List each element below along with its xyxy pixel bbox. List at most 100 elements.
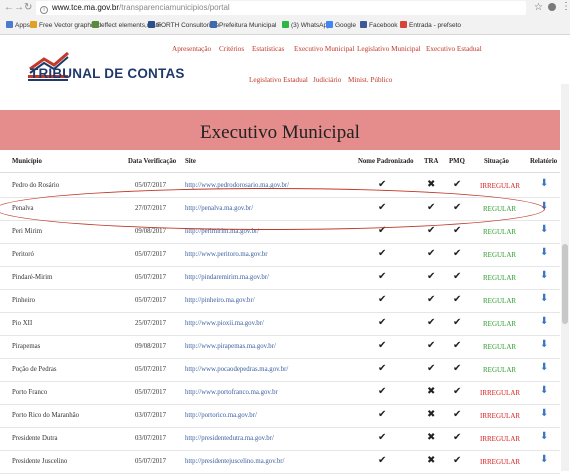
nav-link[interactable]: Estatísticas xyxy=(252,45,284,53)
bookmark-item[interactable]: FORTH Consultoria e xyxy=(148,18,219,33)
check-icon: ✔ xyxy=(378,179,387,190)
nav-link[interactable]: Critérios xyxy=(219,45,244,53)
nav-link[interactable]: Executivo Estadual xyxy=(426,45,482,53)
bookmark-label: (3) WhatsApp xyxy=(291,22,331,29)
check-icon: ✔ xyxy=(453,225,462,236)
site-link[interactable]: http://www.pirapemas.ma.gov.br/ xyxy=(185,343,276,350)
cross-icon: ✖ xyxy=(427,386,436,397)
check-icon: ✔ xyxy=(453,455,462,466)
reload-icon[interactable]: ↻ xyxy=(24,2,32,13)
site-link[interactable]: http://www.portofranco.ma.gov.br xyxy=(185,389,278,396)
nav-link[interactable]: Minist. Público xyxy=(348,76,392,84)
bookmark-item[interactable]: Prefeitura Municipal xyxy=(210,18,276,33)
bookmark-favicon-icon xyxy=(360,21,367,28)
check-icon: ✔ xyxy=(378,271,387,282)
check-icon: ✔ xyxy=(378,432,387,443)
download-icon[interactable]: ⬇ xyxy=(540,316,548,327)
site-link[interactable]: http://pinheiro.ma.gov.br/ xyxy=(185,297,255,304)
site-link[interactable]: http://www.peritoro.ma.gov.br xyxy=(185,251,268,258)
download-icon[interactable]: ⬇ xyxy=(540,247,548,258)
site-link[interactable]: http://pindaremirim.ma.gov.br/ xyxy=(185,274,269,281)
table-row: Pio XII 25/07/2017 http://www.pioxii.ma.go… xyxy=(0,312,560,336)
bookmark-item[interactable]: Apps xyxy=(6,18,30,33)
status-label: REGULAR xyxy=(483,228,517,236)
bookmark-item[interactable]: Facebook xyxy=(360,18,398,33)
table-row: Pirapemas 09/08/2017 http://www.pirapemas.… xyxy=(0,335,560,359)
check-icon: ✔ xyxy=(453,409,462,420)
download-icon[interactable]: ⬇ xyxy=(540,385,548,396)
municipio-cell: Presidente Juscelino xyxy=(12,458,68,465)
check-icon: ✔ xyxy=(378,248,387,259)
check-icon: ✔ xyxy=(378,409,387,420)
bookmark-favicon-icon xyxy=(326,21,333,28)
table-header: Município Data Verificação Site Nome Padron… xyxy=(0,150,560,173)
check-icon: ✔ xyxy=(453,363,462,374)
date-cell: 05/07/2017 xyxy=(135,251,166,258)
scrollbar-thumb[interactable] xyxy=(562,244,568,324)
nav-link[interactable]: Judiciário xyxy=(313,76,341,84)
download-icon[interactable]: ⬇ xyxy=(540,293,548,304)
download-icon[interactable]: ⬇ xyxy=(540,454,548,465)
table-row: Pindaré-Mirim 05/07/2017 http://pindaremir… xyxy=(0,266,560,290)
site-link[interactable]: http://presidentejuscelino.ma.gov.br/ xyxy=(185,458,284,465)
municipio-cell: Peritoró xyxy=(12,251,34,258)
browser-menu-icon[interactable]: ⋮ xyxy=(561,1,570,12)
date-cell: 09/08/2017 xyxy=(135,343,166,350)
download-icon[interactable]: ⬇ xyxy=(540,178,548,189)
extension-icon[interactable] xyxy=(548,3,556,11)
column-header: Relatório xyxy=(530,158,558,165)
bookmark-favicon-icon xyxy=(210,21,217,28)
bookmark-favicon-icon xyxy=(6,21,13,28)
date-cell: 09/08/2017 xyxy=(135,228,166,235)
table-row: Presidente Dutra 03/07/2017 http://preside… xyxy=(0,427,560,451)
municipio-cell: Peri Mirim xyxy=(12,228,43,235)
section-banner: Executivo Municipal xyxy=(0,110,560,150)
status-label: REGULAR xyxy=(483,343,517,351)
municipio-cell: Porto Franco xyxy=(12,389,48,396)
bookmark-item[interactable]: Free Vector graphic d xyxy=(30,18,101,33)
date-cell: 05/07/2017 xyxy=(135,297,166,304)
check-icon: ✔ xyxy=(427,225,436,236)
status-label: REGULAR xyxy=(483,366,517,374)
download-icon[interactable]: ⬇ xyxy=(540,339,548,350)
check-icon: ✔ xyxy=(427,317,436,328)
bookmark-favicon-icon xyxy=(92,21,99,28)
bookmark-star-icon[interactable]: ☆ xyxy=(534,2,543,13)
column-header: PMQ xyxy=(449,158,465,165)
nav-link[interactable]: Legislativo Municipal xyxy=(357,45,421,53)
check-icon: ✔ xyxy=(453,386,462,397)
bookmark-favicon-icon xyxy=(148,21,155,28)
info-icon[interactable]: i xyxy=(40,6,48,14)
back-icon[interactable]: ← xyxy=(4,2,14,13)
page-scrollbar[interactable] xyxy=(561,84,569,471)
nav-link[interactable]: Apresentação xyxy=(172,45,211,53)
download-icon[interactable]: ⬇ xyxy=(540,431,548,442)
check-icon: ✔ xyxy=(378,317,387,328)
site-link[interactable]: http://www.pioxii.ma.gov.br/ xyxy=(185,320,264,327)
nav-link[interactable]: Executivo Municipal xyxy=(294,45,354,53)
forward-icon[interactable]: → xyxy=(14,2,24,13)
bookmark-favicon-icon xyxy=(282,21,289,28)
site-link[interactable]: http://www.pocaodepedras.ma.gov.br/ xyxy=(185,366,288,373)
check-icon: ✔ xyxy=(427,248,436,259)
download-icon[interactable]: ⬇ xyxy=(540,270,548,281)
download-icon[interactable]: ⬇ xyxy=(540,362,548,373)
download-icon[interactable]: ⬇ xyxy=(540,224,548,235)
site-link[interactable]: http://portorico.ma.gov.br/ xyxy=(185,412,257,419)
bookmark-item[interactable]: (3) WhatsApp xyxy=(282,18,331,33)
nav-link[interactable]: Legislativo Estadual xyxy=(249,76,308,84)
address-bar[interactable]: i www.tce.ma.gov.br/transparenciamunicipi… xyxy=(36,1,526,15)
bookmark-item[interactable]: Entrada - prefseto xyxy=(400,18,461,33)
status-label: IRREGULAR xyxy=(480,182,521,190)
site-link[interactable]: http://presidentedutra.ma.gov.br/ xyxy=(185,435,274,442)
bookmark-item[interactable]: Google xyxy=(326,18,356,33)
check-icon: ✔ xyxy=(427,294,436,305)
address-row: ← → ↻ i www.tce.ma.gov.br/transparenciamu… xyxy=(0,0,570,17)
check-icon: ✔ xyxy=(378,294,387,305)
download-icon[interactable]: ⬇ xyxy=(540,408,548,419)
status-label: IRREGULAR xyxy=(480,458,521,466)
table-row: Pinheiro 05/07/2017 http://pinheiro.ma.gov… xyxy=(0,289,560,313)
bookmark-label: Apps xyxy=(15,22,30,29)
check-icon: ✔ xyxy=(453,294,462,305)
column-header: Site xyxy=(185,158,196,165)
